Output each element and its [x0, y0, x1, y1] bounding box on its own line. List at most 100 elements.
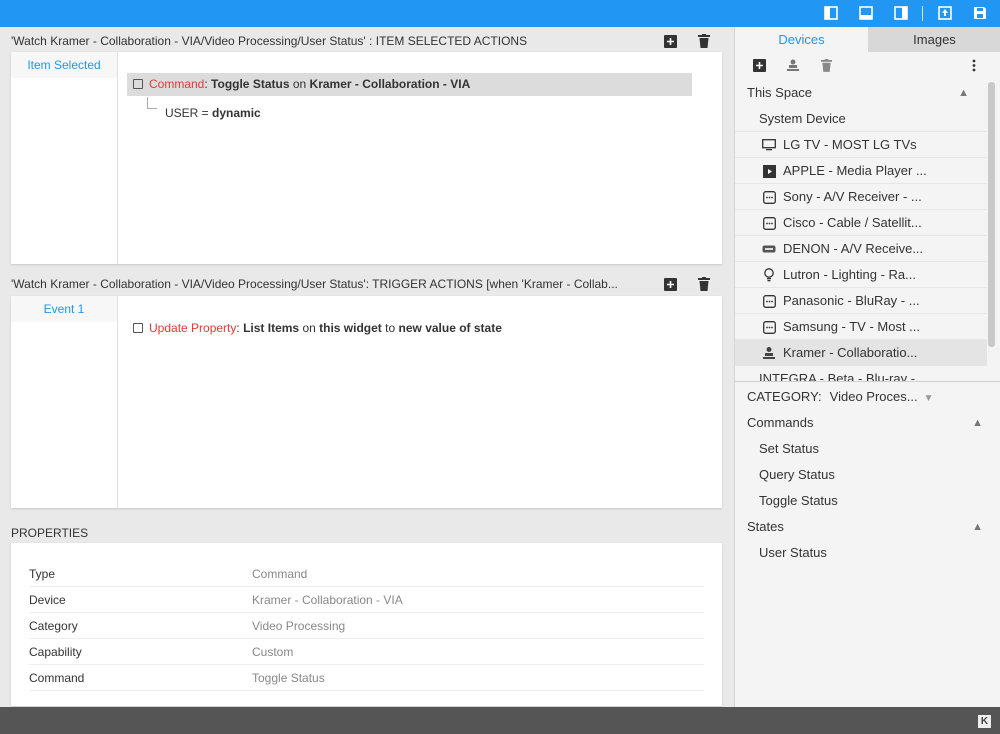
list-item-label: System Device	[759, 111, 846, 126]
kramer-logo-icon: K	[978, 715, 991, 728]
chevron-up-icon[interactable]: ▲	[958, 80, 969, 106]
upload-icon[interactable]	[937, 5, 953, 21]
save-icon[interactable]	[972, 5, 988, 21]
panel-bottom-icon[interactable]	[858, 5, 874, 21]
main-editor: 'Watch Kramer - Collaboration - VIA/Vide…	[0, 27, 734, 707]
add-icon[interactable]	[663, 277, 677, 291]
list-item-label: Kramer - Collaboratio...	[783, 345, 918, 360]
property-key: Command	[29, 671, 85, 685]
property-key: Category	[29, 619, 78, 633]
list-item-label: Samsung - TV - Most ...	[783, 319, 921, 334]
event-tab-list: Item Selected	[11, 52, 118, 264]
property-key: Capability	[29, 645, 82, 659]
tv-icon	[762, 138, 776, 152]
property-value: Video Processing	[252, 619, 346, 633]
tab-devices[interactable]: Devices	[735, 27, 868, 52]
list-item-label: Panasonic - BluRay - ...	[783, 293, 920, 308]
device-driver-icon[interactable]	[786, 58, 800, 72]
selected-actions-title: 'Watch Kramer - Collaboration - VIA/Vide…	[11, 34, 528, 48]
list-item-label: Lutron - Lighting - Ra...	[783, 267, 916, 282]
command-name: Toggle Status	[211, 77, 290, 91]
command-on: on	[292, 77, 307, 91]
update-property-row[interactable]: Update Property: List Items on this widg…	[127, 317, 692, 340]
tab-event-1[interactable]: Event 1	[11, 296, 117, 322]
update-on: on	[302, 321, 316, 335]
property-row: Command Toggle Status	[29, 665, 704, 691]
list-item[interactable]: APPLE - Media Player ...	[735, 158, 987, 184]
rack-icon	[762, 242, 776, 256]
list-item[interactable]: INTEGRA - Beta - Blu-ray - ...	[735, 366, 987, 381]
bulb-icon	[762, 268, 776, 282]
chevron-up-icon[interactable]: ▲	[972, 514, 983, 540]
command-action-row[interactable]: Command: Toggle Status on Kramer - Colla…	[127, 73, 692, 96]
device-list-scrollbar[interactable]	[988, 82, 995, 347]
list-item-label: DENON - A/V Receive...	[783, 241, 924, 256]
tab-images[interactable]: Images	[868, 27, 1000, 52]
panel-right-icon[interactable]	[893, 5, 909, 21]
group-header-states[interactable]: States ▲	[735, 514, 1000, 540]
state-item[interactable]: User Status	[735, 540, 1000, 566]
tab-item-selected[interactable]: Item Selected	[11, 52, 117, 78]
command-item[interactable]: Toggle Status	[735, 488, 1000, 514]
command-param-row[interactable]: USER = dynamic	[165, 103, 261, 123]
properties-title: PROPERTIES	[11, 526, 89, 540]
property-value: Kramer - Collaboration - VIA	[252, 593, 403, 607]
trash-icon[interactable]	[697, 277, 711, 291]
property-row: Capability Custom	[29, 639, 704, 665]
top-toolbar	[0, 0, 1000, 27]
add-device-icon[interactable]	[752, 58, 766, 72]
group-header-label: Commands	[747, 415, 814, 430]
command-device: Kramer - Collaboration - VIA	[309, 77, 471, 91]
list-item-label: Cisco - Cable / Satellit...	[783, 215, 922, 230]
category-selector[interactable]: CATEGORY: Video Proces... ▼	[735, 384, 1000, 410]
list-item-system-device[interactable]: System Device	[735, 106, 987, 132]
chevron-up-icon[interactable]: ▲	[972, 410, 983, 436]
list-item-label: Sony - A/V Receiver - ...	[783, 189, 922, 204]
event-tab-list: Event 1	[11, 296, 118, 508]
update-prefix: Update Property	[149, 321, 237, 335]
add-icon[interactable]	[663, 34, 677, 48]
property-key: Type	[29, 567, 56, 581]
group-header-this-space[interactable]: This Space ▲	[735, 80, 987, 106]
caret-down-icon: ▼	[923, 393, 934, 404]
property-value: Toggle Status	[252, 671, 325, 685]
command-item[interactable]: Set Status	[735, 436, 1000, 462]
update-colon: :	[236, 321, 240, 335]
trash-icon[interactable]	[819, 58, 833, 72]
property-row: Device Kramer - Collaboration - VIA	[29, 587, 704, 613]
property-key: Device	[29, 593, 66, 607]
receiver-icon	[762, 216, 776, 230]
panel-left-icon[interactable]	[823, 5, 839, 21]
properties-panel: Type Command Device Kramer - Collaborati…	[11, 543, 722, 706]
property-value: Custom	[252, 645, 294, 659]
list-item[interactable]: Lutron - Lighting - Ra...	[735, 262, 987, 288]
list-item[interactable]: Samsung - TV - Most ...	[735, 314, 987, 340]
group-header-commands[interactable]: Commands ▲	[735, 410, 1000, 436]
trash-icon[interactable]	[697, 34, 711, 48]
tree-connector	[147, 97, 157, 109]
download-icon	[133, 323, 143, 333]
update-target: this widget	[319, 321, 382, 335]
list-item-label: APPLE - Media Player ...	[783, 163, 927, 178]
group-header-label: This Space	[747, 85, 813, 100]
list-item[interactable]: Panasonic - BluRay - ...	[735, 288, 987, 314]
property-value: Command	[252, 567, 308, 581]
device-sidebar: Devices Images This Space ▲ System Devic…	[734, 27, 1000, 707]
sidebar-toolbar	[735, 52, 1000, 80]
receiver-icon	[762, 190, 776, 204]
list-item[interactable]: DENON - A/V Receive...	[735, 236, 987, 262]
list-item[interactable]: Sony - A/V Receiver - ...	[735, 184, 987, 210]
command-prefix: Command	[149, 77, 205, 91]
list-item[interactable]: Cisco - Cable / Satellit...	[735, 210, 987, 236]
list-item[interactable]: LG TV - MOST LG TVs	[735, 132, 987, 158]
more-vertical-icon[interactable]	[967, 58, 981, 72]
divider	[735, 381, 1000, 382]
list-item-selected[interactable]: Kramer - Collaboratio...	[735, 340, 987, 366]
film-icon	[762, 164, 776, 178]
update-value: new value of state	[398, 321, 502, 335]
command-item[interactable]: Query Status	[735, 462, 1000, 488]
param-value: dynamic	[212, 106, 261, 120]
command-colon: :	[204, 77, 208, 91]
terminal-icon	[133, 79, 143, 89]
category-label: CATEGORY:	[747, 389, 822, 404]
